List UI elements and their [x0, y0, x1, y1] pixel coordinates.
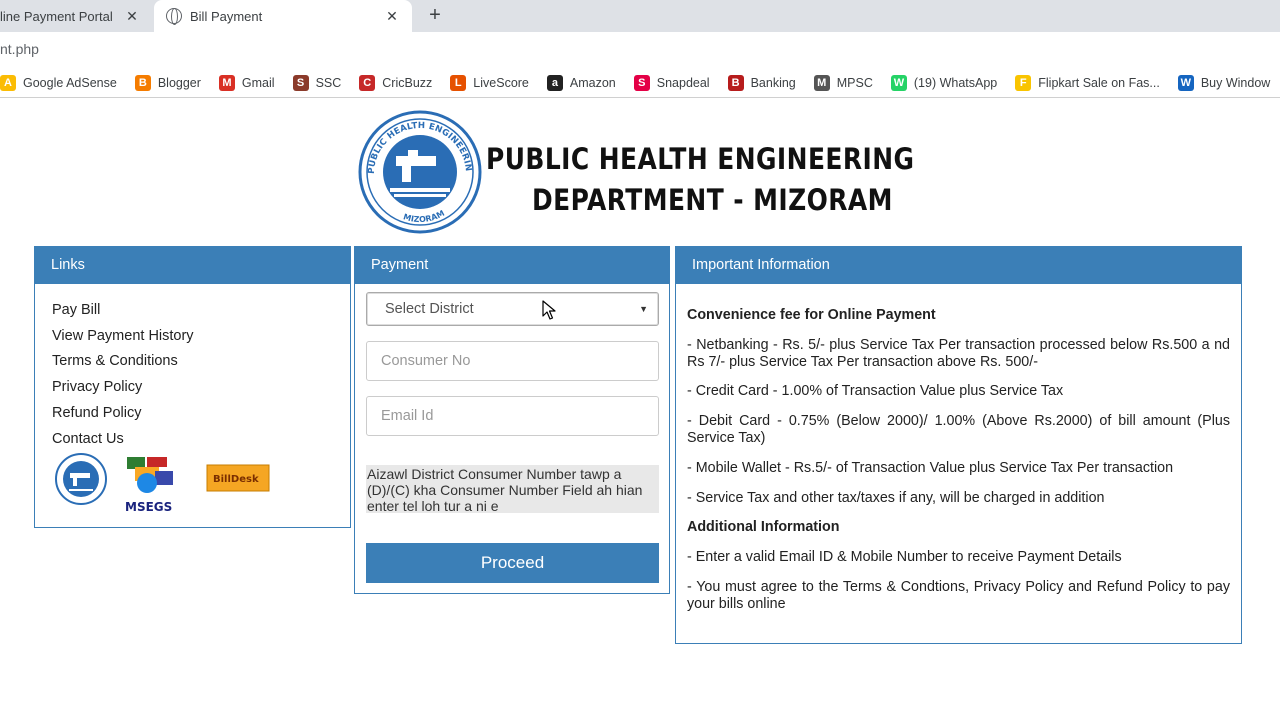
bookmark-item[interactable]: A Google AdSense: [0, 74, 117, 91]
fee-service-tax: - Service Tax and other tax/taxes if any…: [687, 489, 1105, 506]
bookmark-label: CricBuzz: [382, 75, 433, 90]
mouse-cursor-icon: [542, 300, 556, 320]
proceed-button[interactable]: Proceed: [366, 543, 659, 583]
new-tab-icon[interactable]: +: [424, 4, 446, 26]
bookmark-label: Gmail: [241, 75, 275, 90]
bookmark-label: Google AdSense: [23, 75, 117, 90]
phed-logo: PUBLIC HEALTH ENGINEERING DEPARTMENT MIZ…: [356, 110, 482, 234]
fee-debit-card: - Debit Card - 0.75% (Below 2000)/ 1.00%…: [687, 413, 1230, 446]
bookmark-label: SSC: [315, 75, 342, 90]
bookmark-label: Flipkart Sale on Fas...: [1038, 75, 1160, 90]
bookmark-item[interactable]: a Amazon: [546, 74, 616, 91]
additional-information-heading: Additional Information: [687, 519, 840, 536]
browser-tabstrip: line Payment Portal ✕ Bill Payment ✕ +: [0, 0, 1280, 32]
link-privacy-policy[interactable]: Privacy Policy: [52, 375, 350, 401]
district-select[interactable]: Select District ▼: [366, 292, 659, 326]
links-list: Pay Bill View Payment History Terms & Co…: [35, 284, 350, 452]
bookmark-label: (19) WhatsApp: [913, 75, 998, 90]
links-panel: Links Pay Bill View Payment History Term…: [34, 246, 351, 528]
amazon-icon: a: [546, 74, 563, 91]
bookmark-item[interactable]: B Blogger: [134, 74, 201, 91]
bookmark-item[interactable]: B Banking: [727, 74, 796, 91]
bookmark-label: Amazon: [569, 75, 616, 90]
url-text[interactable]: nt.php: [0, 41, 39, 57]
link-terms-conditions[interactable]: Terms & Conditions: [52, 349, 350, 375]
bookmark-label: Banking: [750, 75, 796, 90]
whatsapp-icon: W: [890, 74, 907, 91]
tab-label: line Payment Portal: [0, 8, 113, 24]
adsense-icon: A: [0, 74, 16, 91]
flipkart-icon: F: [1015, 74, 1032, 91]
bookmark-label: Snapdeal: [656, 75, 710, 90]
msegs-label: MSEGS: [125, 500, 172, 514]
bookmark-item[interactable]: M Gmail: [218, 74, 275, 91]
banking-icon: B: [727, 74, 744, 91]
convenience-fee-heading: Convenience fee for Online Payment: [687, 307, 936, 323]
msegs-logo: MSEGS: [125, 457, 173, 514]
fee-credit-card: - Credit Card - 1.00% of Transaction Val…: [687, 383, 1064, 400]
info-email-mobile: - Enter a valid Email ID & Mobile Number…: [687, 549, 1122, 566]
consumer-number-note: Aizawl District Consumer Number tawp a (…: [366, 465, 659, 514]
bookmark-label: Blogger: [157, 75, 201, 90]
bookmarks-bar: A Google AdSense B Blogger M Gmail S SSC C CricBu…: [0, 68, 1280, 98]
info-body: Convenience fee for Online Payment - Net…: [676, 284, 1241, 613]
tab-online-payment-portal[interactable]: line Payment Portal ✕: [0, 0, 152, 32]
cricbuzz-icon: C: [359, 74, 376, 91]
close-icon[interactable]: ✕: [124, 8, 140, 24]
livescore-icon: L: [450, 74, 467, 91]
bookmark-item[interactable]: M MPSC: [813, 74, 873, 91]
partner-logos: MSEGS BillDesk: [55, 453, 270, 514]
email-input[interactable]: [366, 396, 659, 436]
address-bar[interactable]: nt.php: [0, 32, 1280, 68]
page-title-line1: PUBLIC HEALTH ENGINEERING: [486, 142, 915, 176]
bookmark-item[interactable]: S Snapdeal: [633, 74, 710, 91]
billdesk-logo: BillDesk: [206, 464, 270, 492]
info-panel-title: Important Information: [676, 247, 1241, 284]
bookmark-item[interactable]: F Flipkart Sale on Fas...: [1015, 74, 1160, 91]
link-contact-us[interactable]: Contact Us: [52, 427, 350, 453]
fee-netbanking: - Netbanking - Rs. 5/- plus Service Tax …: [687, 336, 1230, 370]
info-agree-terms: - You must agree to the Terms & Condtion…: [687, 578, 1230, 612]
tab-label: Bill Payment: [190, 8, 263, 24]
bookmark-item[interactable]: L LiveScore: [450, 74, 529, 91]
link-refund-policy[interactable]: Refund Policy: [52, 401, 350, 427]
important-information-panel: Important Information Convenience fee fo…: [675, 246, 1242, 644]
windows-icon: W: [1177, 74, 1194, 91]
payment-panel-title: Payment: [355, 247, 669, 284]
link-view-payment-history[interactable]: View Payment History: [52, 324, 350, 350]
link-pay-bill[interactable]: Pay Bill: [52, 298, 350, 324]
gmail-icon: M: [218, 74, 235, 91]
phed-small-logo: [55, 453, 107, 505]
payment-panel: Payment Select District ▼ Aizawl Distric…: [354, 246, 670, 594]
blogger-icon: B: [134, 74, 151, 91]
globe-icon: [166, 8, 182, 25]
snapdeal-icon: S: [633, 74, 650, 91]
bookmark-item[interactable]: W Buy Window: [1177, 74, 1271, 91]
billdesk-label: BillDesk: [213, 474, 259, 485]
bookmark-label: Buy Window: [1200, 75, 1271, 90]
bookmark-item[interactable]: C CricBuzz: [359, 74, 433, 91]
ssc-icon: S: [292, 74, 309, 91]
close-icon[interactable]: ✕: [384, 8, 400, 24]
mpsc-icon: M: [813, 74, 830, 91]
chevron-down-icon: ▼: [639, 304, 648, 314]
bookmark-item[interactable]: W (19) WhatsApp: [890, 74, 998, 91]
tab-bill-payment[interactable]: Bill Payment ✕: [154, 0, 412, 32]
page-title-line2: DEPARTMENT - MIZORAM: [532, 183, 893, 217]
district-select-value: Select District: [385, 301, 474, 317]
links-panel-title: Links: [35, 247, 350, 284]
bookmark-item[interactable]: S SSC: [292, 74, 342, 91]
consumer-number-input[interactable]: [366, 341, 659, 381]
bookmark-label: MPSC: [836, 75, 873, 90]
fee-mobile-wallet: - Mobile Wallet - Rs.5/- of Transaction …: [687, 459, 1174, 476]
bookmark-label: LiveScore: [473, 75, 529, 90]
